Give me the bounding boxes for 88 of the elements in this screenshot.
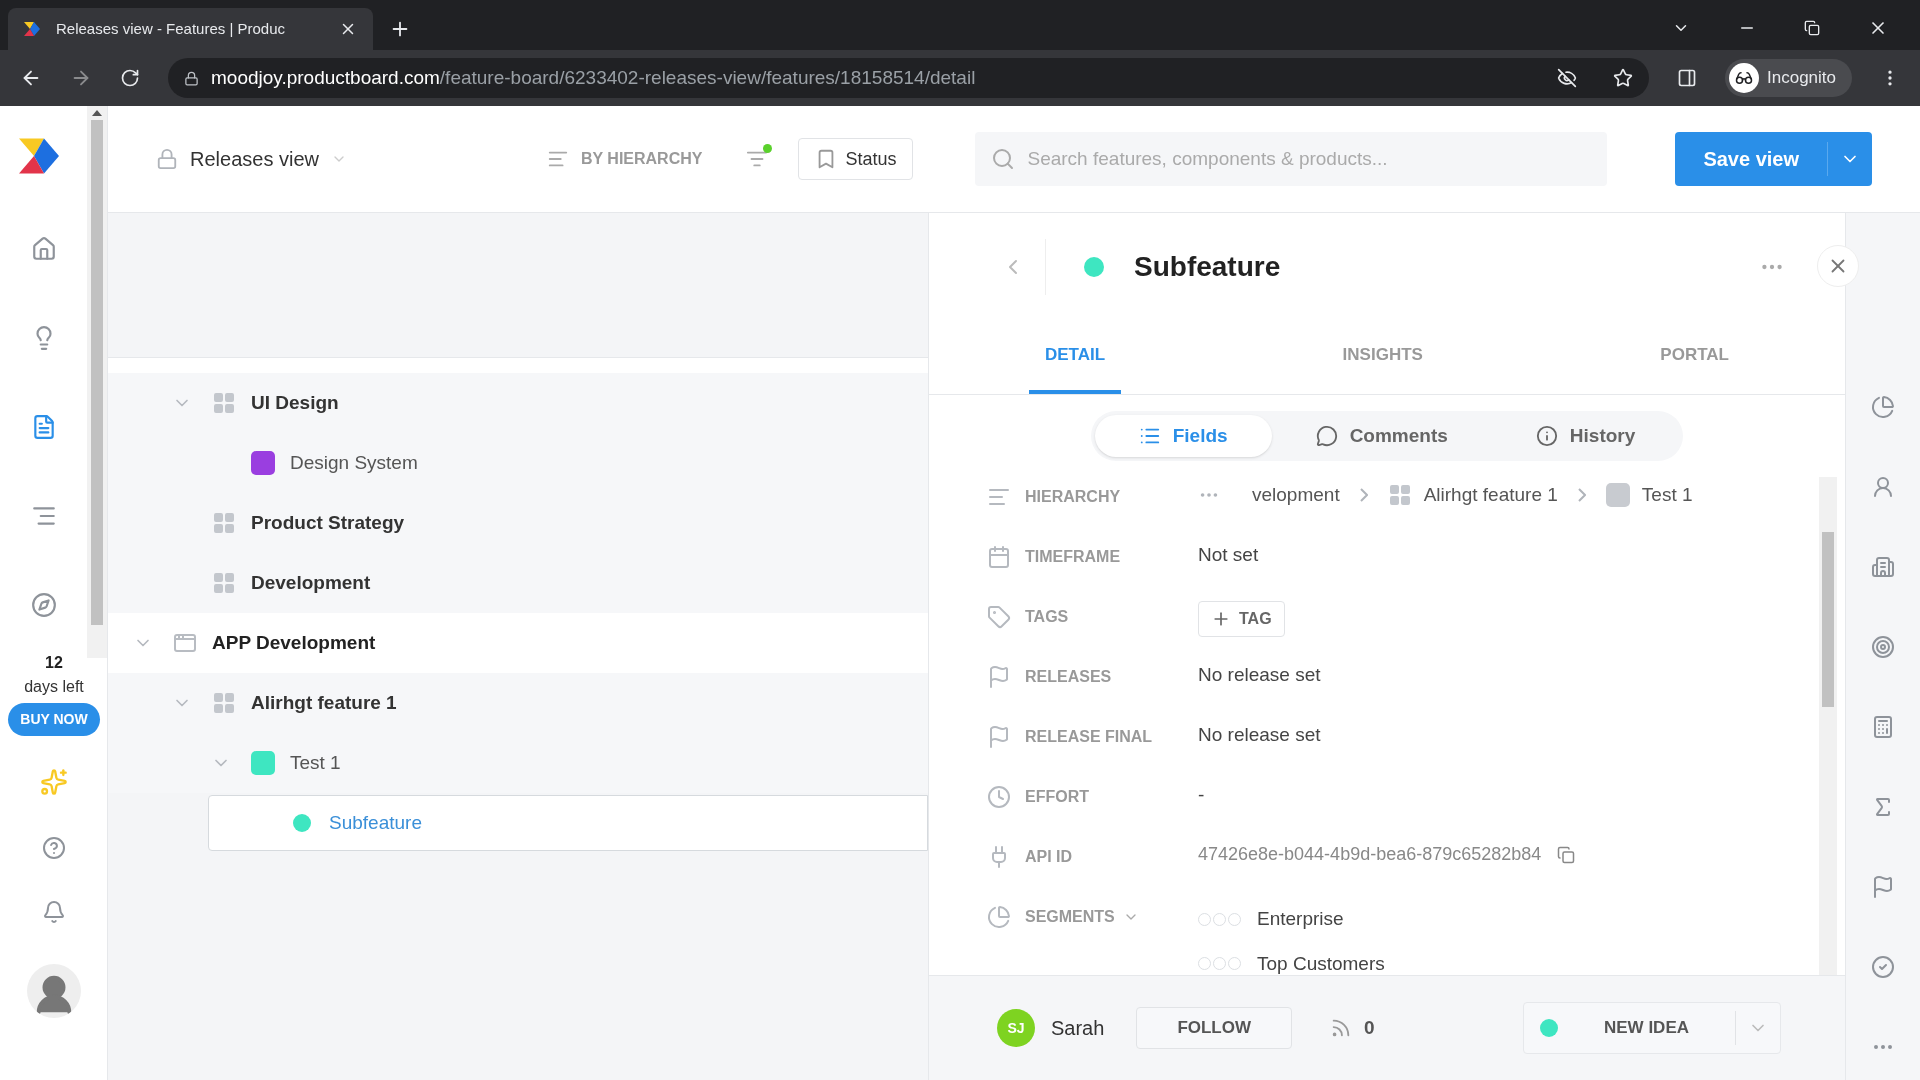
bell-icon[interactable] [42,900,66,924]
scrollbar[interactable] [1819,477,1837,975]
field-value: 47426e8e-b044-4b9d-bea6-879c65282b84 [1198,843,1542,866]
field-value[interactable]: No release set [1198,664,1321,685]
field-label: RELEASE FINAL [1025,727,1153,747]
field-label: SEGMENTS [1025,907,1115,927]
pie-chart-icon[interactable] [1871,395,1895,419]
tree-item-label: APP Development [212,630,376,655]
chevron-icon [1359,488,1368,503]
window-icon [172,631,197,655]
trial-days: 12 [45,651,63,675]
owner-name[interactable]: Sarah [1051,1013,1105,1043]
insights-count: 0 [1364,1015,1375,1040]
grid-icon [211,511,236,535]
feature-title[interactable]: Subfeature [1134,245,1281,288]
tree-item-label: Subfeature [329,810,422,835]
lock-icon [184,70,199,86]
add-tag-button[interactable]: TAG [1198,601,1285,637]
grid-icon [211,571,236,595]
field-label: TAGS [1025,607,1069,627]
sparkles-icon[interactable] [40,768,68,796]
field-label: TIMEFRAME [1025,547,1121,567]
side-panel-icon[interactable] [1677,68,1697,88]
field-label: HIERARCHY [1025,487,1121,507]
tree-item-label: UI Design [251,390,339,415]
comment-icon [1315,425,1338,447]
breadcrumb-link[interactable]: velopment [1252,481,1340,510]
tree-row[interactable]: APP Development [108,613,928,673]
url-text: moodjoy.productboard.com/feature-board/6233402-releases-view/features/18158514/detail [211,65,977,90]
trial-label: days left [24,677,84,697]
tree-item-label: Design System [290,450,418,475]
calendar-icon [987,545,1011,569]
help-icon[interactable] [42,836,66,860]
breadcrumb-link[interactable]: Test 1 [1641,481,1693,510]
scrollbar[interactable] [87,106,107,658]
tree-item-label: Product Strategy [251,510,405,535]
pie-chart-icon [987,905,1011,929]
building-icon[interactable] [1871,555,1895,579]
home-icon[interactable] [30,236,57,262]
browser-tab[interactable]: Releases view - Features | Produc [8,8,373,50]
copy-icon[interactable] [1557,845,1576,864]
address-bar[interactable]: moodjoy.productboard.com/feature-board/6233402-releases-view/features/18158514/detail [168,58,1649,98]
subtab[interactable]: Comments [1271,415,1492,457]
star-icon[interactable] [1613,68,1633,88]
clock-icon [987,785,1011,809]
grid-icon [211,691,236,715]
segment-label: Top Customers [1257,951,1385,975]
view-name[interactable]: Releases view [190,144,319,174]
status-dropdown[interactable]: NEW IDEA [1523,1002,1781,1054]
follow-button[interactable]: FOLLOW [1136,1007,1293,1049]
tag-icon [987,605,1011,629]
field-label: EFFORT [1025,787,1089,807]
search-icon [991,147,1016,171]
restore-icon[interactable] [1804,20,1820,36]
tree-item-label: Alirhgt feature 1 [251,690,397,715]
compass-icon[interactable] [30,592,57,618]
check-circle-icon[interactable] [1871,955,1895,979]
grid-icon [211,391,236,415]
field-label: RELEASES [1025,667,1112,687]
subtab[interactable]: History [1491,415,1680,457]
chevron-icon [1577,488,1586,503]
field-value[interactable]: - [1198,784,1205,805]
lock-icon [156,148,178,170]
info-icon [1535,425,1558,447]
field-value[interactable]: Not set [1198,544,1259,565]
scroll-up-icon[interactable] [92,110,103,116]
calculator-icon[interactable] [1871,715,1895,739]
reload-icon[interactable] [120,68,140,88]
flag-icon [987,725,1011,749]
user-icon[interactable] [1871,475,1895,499]
search-field[interactable]: Search features, components & products... [975,132,1608,186]
status-button[interactable]: Status [798,138,914,180]
field-label: API ID [1025,847,1073,867]
tree-item-label: Test 1 [290,750,341,775]
field-value[interactable]: No release set [1198,724,1321,745]
flag-icon [987,665,1011,689]
flag-icon[interactable] [1871,875,1895,899]
target-icon[interactable] [1871,635,1895,659]
eye-off-icon[interactable] [1557,68,1577,88]
grid-icon [1387,483,1412,508]
segment-label: Enterprise [1257,907,1344,931]
tree-item-label: Development [251,570,371,595]
close-button[interactable] [1817,245,1859,287]
tab-title: Releases view - Features | Produc [56,18,286,39]
feature-square-icon [1605,483,1630,508]
breadcrumb-link[interactable]: Alirhgt feature 1 [1423,481,1558,510]
incognito-icon [1729,63,1759,93]
profile-chip[interactable]: Incognito [1725,59,1852,97]
